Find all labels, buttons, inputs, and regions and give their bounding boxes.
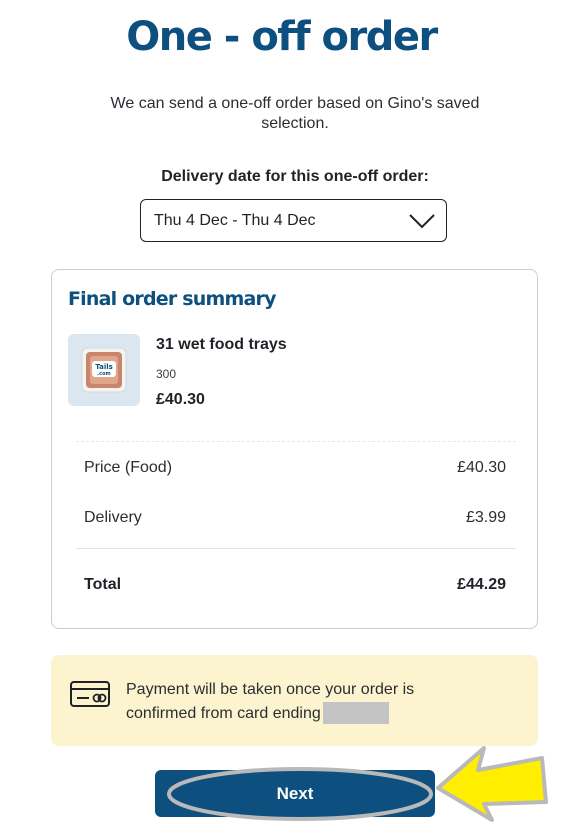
summary-row-food-price: Price (Food) £40.30: [84, 459, 506, 477]
divider: [76, 441, 516, 442]
row-value: £40.30: [457, 459, 506, 476]
next-button[interactable]: Next: [155, 770, 435, 817]
product-price: £40.30: [156, 391, 205, 408]
product-thumbnail: Tails .com: [68, 334, 140, 406]
delivery-date-label: Delivery date for this one-off order:: [161, 168, 429, 185]
food-tray-icon: Tails .com: [81, 347, 127, 393]
delivery-date-value: Thu 4 Dec - Thu 4 Dec: [154, 212, 316, 229]
product-name: 31 wet food trays: [156, 336, 287, 353]
delivery-date-select[interactable]: Thu 4 Dec - Thu 4 Dec: [140, 199, 447, 242]
row-value: £3.99: [465, 509, 506, 526]
payment-notice: Payment will be taken once your order is…: [51, 655, 538, 746]
row-label: Price (Food): [84, 459, 173, 476]
total-label: Total: [84, 576, 122, 593]
thumb-brand-text: Tails: [95, 363, 113, 371]
summary-title: Final order summary: [68, 288, 276, 310]
page-title: One - off order: [126, 14, 438, 60]
intro-text: We can send a one-off order based on Gin…: [110, 95, 480, 132]
summary-row-delivery: Delivery £3.99: [84, 509, 506, 527]
thumb-brand-suffix: .com: [97, 371, 111, 377]
product-subtitle: 300: [156, 367, 177, 381]
redacted-card-digits: [322, 702, 389, 724]
pointer-arrow-icon: [436, 746, 548, 822]
payment-text: Payment will be taken once your order is…: [126, 678, 466, 726]
summary-row-total: Total £44.29: [84, 576, 506, 594]
credit-card-icon: [70, 681, 110, 707]
order-summary-card: Final order summary Tails .com 31 wet fo…: [51, 269, 538, 629]
row-label: Delivery: [84, 509, 142, 526]
chevron-down-icon: [409, 214, 435, 229]
total-value: £44.29: [457, 576, 506, 593]
divider: [76, 548, 516, 549]
